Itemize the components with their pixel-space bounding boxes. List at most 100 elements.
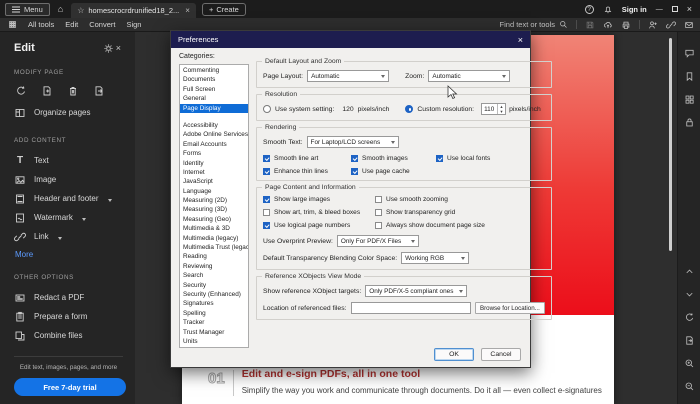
show-large-images-checkbox[interactable]: Show large images	[263, 196, 375, 203]
use-smooth-zooming-checkbox[interactable]: Use smooth zooming	[375, 196, 545, 203]
insert-page-icon[interactable]	[41, 85, 53, 97]
show-transparency-grid-checkbox[interactable]: Show transparency grid	[375, 209, 545, 216]
watermark-item[interactable]: Watermark	[14, 208, 123, 227]
link-icon[interactable]	[666, 20, 676, 30]
checkbox-unchecked-icon[interactable]	[263, 209, 270, 216]
tab-close-icon[interactable]: ×	[183, 6, 190, 15]
page-thumbnails-icon[interactable]	[684, 94, 695, 105]
dialog-close-icon[interactable]: ×	[518, 35, 523, 45]
checkbox-unchecked-icon[interactable]	[375, 209, 382, 216]
page-up-icon[interactable]	[684, 266, 695, 277]
category-item[interactable]: Tracker	[180, 318, 248, 327]
category-item[interactable]: Documents	[180, 75, 248, 84]
smooth-line-art-checkbox[interactable]: Smooth line art	[263, 155, 351, 162]
upload-cloud-icon[interactable]	[603, 20, 613, 30]
window-maximize-icon[interactable]	[671, 6, 678, 12]
menu-button[interactable]: Menu	[5, 2, 50, 16]
spin-down-icon[interactable]: ▾	[498, 109, 505, 114]
toolbar-item-all-tools[interactable]: All tools	[28, 20, 54, 29]
category-item[interactable]: Email Accounts	[180, 140, 248, 149]
export-page-icon[interactable]	[684, 335, 695, 346]
delete-page-icon[interactable]	[67, 85, 79, 97]
smooth-images-checkbox[interactable]: Smooth images	[351, 155, 436, 162]
vertical-scrollbar[interactable]	[669, 38, 672, 251]
show-art-trim-bleed-checkbox[interactable]: Show art, trim, & bleed boxes	[263, 209, 375, 216]
create-button[interactable]: + Create	[201, 2, 246, 16]
comments-icon[interactable]	[684, 48, 695, 59]
use-local-fonts-checkbox[interactable]: Use local fonts	[436, 155, 545, 162]
header-footer-item[interactable]: Header and footer	[14, 189, 123, 208]
checkbox-checked-icon[interactable]	[263, 196, 270, 203]
add-text-item[interactable]: T Text	[14, 151, 123, 170]
category-item[interactable]: Measuring (3D)	[180, 205, 248, 214]
blend-color-space-select[interactable]: Working RGB	[401, 252, 470, 264]
category-item[interactable]: Commenting	[180, 66, 248, 75]
category-item[interactable]: Multimedia & 3D	[180, 224, 248, 233]
print-icon[interactable]	[621, 20, 631, 30]
custom-resolution-spinner[interactable]: 110 ▴ ▾	[481, 103, 507, 115]
category-item[interactable]: Multimedia Trust (legacy)	[180, 243, 248, 252]
category-item[interactable]: Measuring (Geo)	[180, 215, 248, 224]
rotate-page-icon[interactable]	[15, 85, 27, 97]
category-item[interactable]: Multimedia (legacy)	[180, 234, 248, 243]
category-item[interactable]: Units	[180, 337, 248, 346]
checkbox-unchecked-icon[interactable]	[375, 196, 382, 203]
system-setting-radio[interactable]	[263, 105, 271, 113]
category-item[interactable]: Reviewing	[180, 262, 248, 271]
checkbox-checked-icon[interactable]	[436, 155, 443, 162]
gear-icon[interactable]	[103, 43, 114, 54]
zoom-out-icon[interactable]	[684, 381, 695, 392]
category-item[interactable]: Forms	[180, 149, 248, 158]
security-lock-icon[interactable]	[684, 117, 695, 128]
browse-location-button[interactable]: Browse for Location...	[474, 302, 545, 314]
category-item[interactable]: Security (Enhanced)	[180, 290, 248, 299]
toolbar-item-convert[interactable]: Convert	[89, 20, 115, 29]
bookmarks-icon[interactable]	[684, 71, 695, 82]
extract-page-icon[interactable]	[93, 85, 105, 97]
category-item[interactable]: Internet	[180, 168, 248, 177]
help-icon[interactable]: ?	[584, 4, 594, 14]
sidebar-close-icon[interactable]: ×	[114, 43, 123, 53]
window-minimize-icon[interactable]: —	[656, 6, 663, 13]
always-show-page-size-checkbox[interactable]: Always show document page size	[375, 222, 545, 229]
document-tab[interactable]: ☆ homescrocrdrunified18_2... ×	[71, 3, 196, 18]
category-item[interactable]: Adobe Online Services	[180, 130, 248, 139]
category-item[interactable]: Security	[180, 281, 248, 290]
category-item[interactable]: Identity	[180, 159, 248, 168]
category-item-selected[interactable]: Page Display	[180, 103, 248, 113]
category-item[interactable]: Accessibility	[180, 121, 248, 130]
category-item[interactable]: Spelling	[180, 309, 248, 318]
checkbox-checked-icon[interactable]	[263, 168, 270, 175]
page-down-icon[interactable]	[684, 289, 695, 300]
organize-pages-item[interactable]: Organize pages	[14, 103, 123, 122]
category-item[interactable]: Full Screen	[180, 85, 248, 94]
toolbar-item-sign[interactable]: Sign	[126, 20, 141, 29]
checkbox-unchecked-icon[interactable]	[375, 222, 382, 229]
xobject-targets-select[interactable]: Only PDF/X-5 compliant ones	[365, 285, 468, 297]
use-page-cache-checkbox[interactable]: Use page cache	[351, 168, 436, 175]
category-item[interactable]: Signatures	[180, 299, 248, 308]
combine-files-item[interactable]: Combine files	[14, 326, 123, 345]
sign-in-button[interactable]: Sign in	[622, 5, 647, 14]
email-icon[interactable]	[684, 20, 694, 30]
checkbox-checked-icon[interactable]	[351, 155, 358, 162]
ok-button[interactable]: OK	[434, 348, 474, 361]
rotate-view-icon[interactable]	[684, 312, 695, 323]
category-item[interactable]: Search	[180, 271, 248, 280]
zoom-in-icon[interactable]	[684, 358, 695, 369]
enhance-thin-lines-checkbox[interactable]: Enhance thin lines	[263, 168, 351, 175]
page-layout-select[interactable]: Automatic	[307, 70, 390, 82]
notifications-bell-icon[interactable]	[603, 4, 613, 14]
use-logical-page-numbers-checkbox[interactable]: Use logical page numbers	[263, 222, 375, 229]
location-input[interactable]	[350, 302, 471, 314]
category-item[interactable]: Reading	[180, 252, 248, 261]
redact-pdf-item[interactable]: Redact a PDF	[14, 288, 123, 307]
custom-resolution-radio[interactable]	[405, 105, 414, 113]
toolbar-item-edit[interactable]: Edit	[65, 20, 78, 29]
share-person-icon[interactable]	[648, 20, 658, 30]
category-item[interactable]: Trust Manager	[180, 328, 248, 337]
overprint-preview-select[interactable]: Only For PDF/X Files	[336, 235, 419, 247]
cancel-button[interactable]: Cancel	[481, 348, 521, 361]
zoom-select[interactable]: Automatic	[428, 70, 511, 82]
all-tools-grid-icon[interactable]	[8, 20, 17, 29]
